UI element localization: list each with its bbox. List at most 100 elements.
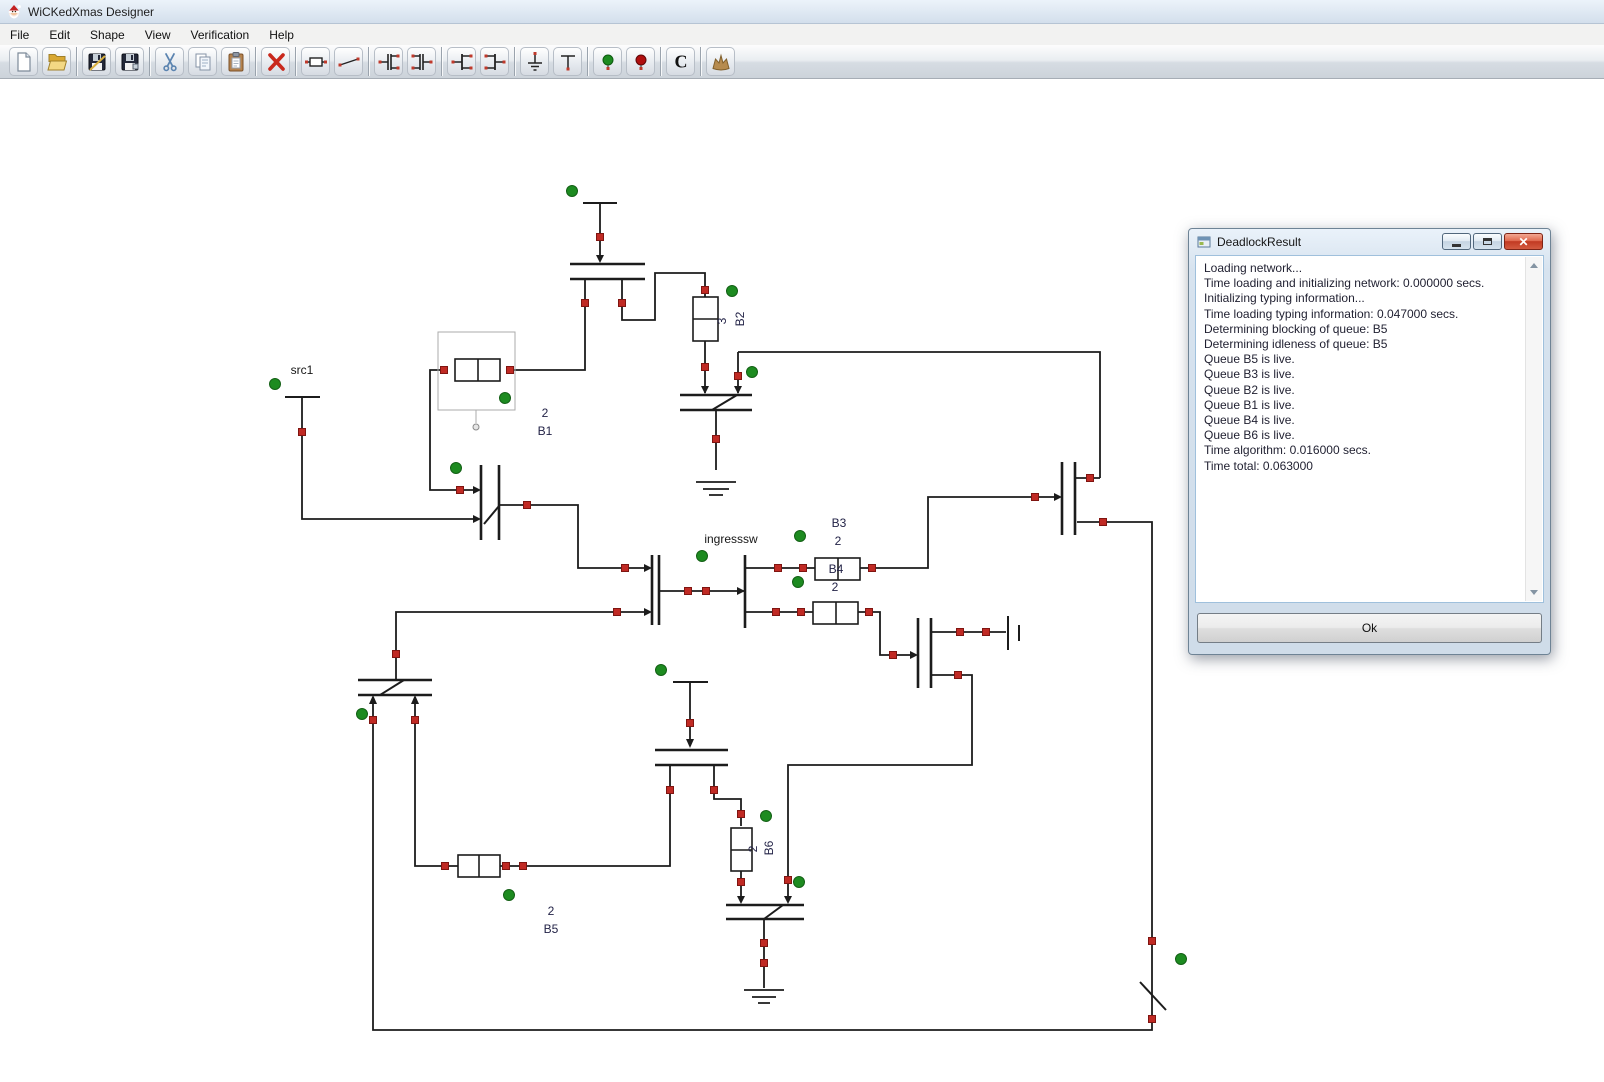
log-line: Queue B4 is live. [1204,413,1517,428]
label-b6-size: 2 [746,845,760,852]
label-src1: src1 [291,363,314,377]
port [441,367,448,374]
port [667,787,674,794]
fork-bottom[interactable] [655,750,728,765]
fork-right[interactable] [1062,462,1075,535]
fork-mid[interactable] [918,618,931,688]
port [711,787,718,794]
maximize-button[interactable] [1473,233,1502,250]
token-green [357,709,368,720]
token-green [747,367,758,378]
token-green [500,393,511,404]
merge-under-b2[interactable] [680,395,752,410]
label-b6-name: B6 [762,840,776,855]
token-green [451,463,462,474]
scroll-up-icon[interactable] [1530,263,1538,268]
port [957,629,964,636]
label-b1-name: B1 [538,424,553,438]
ok-button-label: Ok [1362,621,1377,635]
token-green [793,577,804,588]
token-green [795,531,806,542]
label-b2-name: B2 [733,311,747,326]
label-b4-name: B4 [829,562,844,576]
wire [500,765,670,866]
scroll-down-icon[interactable] [1530,590,1538,595]
port [702,287,709,294]
log-line: Determining blocking of queue: B5 [1204,322,1517,337]
sink-ground-1[interactable] [696,482,736,495]
log-line: Queue B2 is live. [1204,383,1517,398]
dialog-window-icon [1197,235,1211,249]
merge-bottom-left[interactable] [358,680,432,695]
port [393,651,400,658]
label-b5-size: 2 [548,904,555,918]
token-green [1176,954,1187,965]
function-bottom-right[interactable] [1140,982,1166,1010]
port [798,609,805,616]
merge-mid[interactable] [652,555,659,625]
port [685,588,692,595]
log-line: Queue B1 is live. [1204,398,1517,413]
log-scrollbar[interactable] [1525,257,1542,601]
result-log-panel: Loading network... Time loading and init… [1195,255,1544,603]
port [800,565,807,572]
wire [745,497,1060,568]
ok-button[interactable]: Ok [1197,613,1542,643]
minimize-icon [1452,244,1461,247]
log-line: Time loading and initializing network: 0… [1204,276,1517,291]
merge-left[interactable] [481,465,499,540]
port [614,609,621,616]
port [582,300,589,307]
port [299,429,306,436]
port [735,373,742,380]
port [761,960,768,967]
port [761,940,768,947]
queue-b4[interactable] [813,602,858,624]
wire [788,675,972,902]
label-b3-name: B3 [832,516,847,530]
token-green [504,890,515,901]
minimize-button[interactable] [1442,233,1471,250]
token-green [727,286,738,297]
port [869,565,876,572]
label-b1-size: 2 [542,406,549,420]
token-green [656,665,667,676]
log-line: Initializing typing information... [1204,291,1517,306]
port [738,811,745,818]
wire [302,397,477,519]
port [503,863,510,870]
log-line: Queue B6 is live. [1204,428,1517,443]
port [890,652,897,659]
port [738,879,745,886]
result-log-text: Loading network... Time loading and init… [1198,258,1523,600]
merge-bottom[interactable] [726,905,804,919]
queue-b1[interactable] [455,359,500,381]
wire [714,765,741,826]
wire [499,505,649,568]
sink-ground-2[interactable] [744,990,784,1003]
port [702,364,709,371]
port [955,672,962,679]
log-line: Time total: 0.063000 [1204,459,1517,474]
port [442,863,449,870]
token-green [567,186,578,197]
token-green [270,379,281,390]
wire [738,352,1100,478]
label-b3-size: 2 [835,534,842,548]
port [412,717,419,724]
port [1149,938,1156,945]
close-button[interactable]: ✕ [1504,233,1543,250]
sink-right[interactable] [1008,616,1019,650]
green-tokens[interactable] [270,186,1187,965]
port [622,565,629,572]
queue-b5[interactable] [458,855,500,877]
port [457,487,464,494]
port [687,720,694,727]
port [1032,494,1039,501]
port [773,609,780,616]
token-green [794,877,805,888]
wire [396,612,650,680]
fork-top[interactable] [570,264,645,279]
label-b2-size: 3 [715,317,729,324]
port [713,436,720,443]
